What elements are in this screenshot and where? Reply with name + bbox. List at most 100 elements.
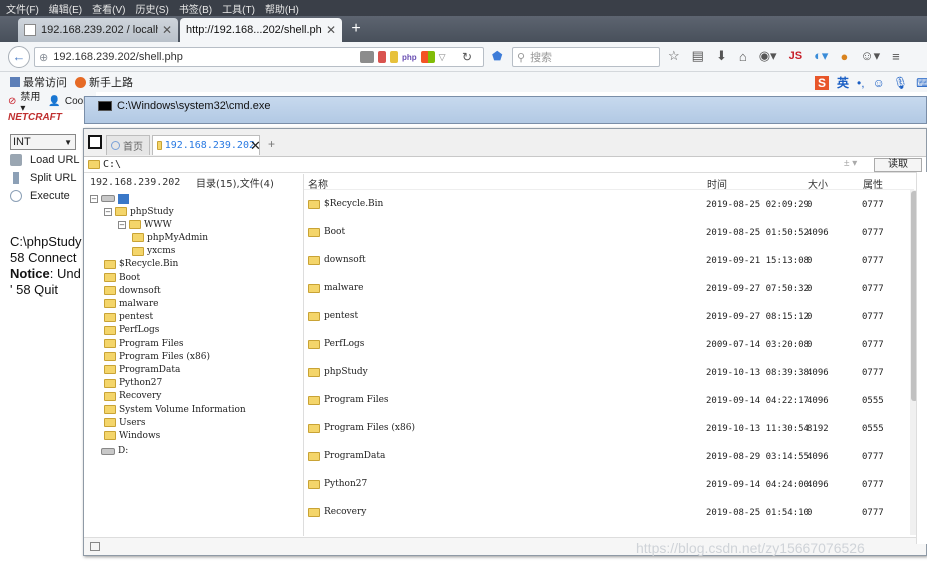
tree-item[interactable]: Python27 [104, 377, 162, 390]
add-tab-icon[interactable]: + [268, 137, 275, 151]
mic-icon[interactable]: 🎙 [893, 76, 908, 90]
tab-home[interactable]: 首页 [106, 135, 150, 155]
back-button[interactable]: ← [8, 46, 30, 68]
column-size[interactable]: 大小 [808, 176, 828, 191]
download-icon[interactable]: ⬇ [716, 48, 727, 64]
tab-current-host[interactable]: 192.168.239.202 [152, 135, 260, 155]
reload-icon[interactable]: ↻ [458, 48, 476, 66]
path-text: C:\ [103, 159, 122, 170]
file-size: 4096 [807, 480, 829, 490]
tree-item[interactable]: Recovery [104, 390, 161, 403]
column-attr[interactable]: 属性 [863, 176, 883, 191]
path-input[interactable]: C:\ [88, 157, 872, 172]
star-icon[interactable]: ☆ [668, 48, 680, 64]
execute-button[interactable]: Execute [10, 190, 70, 202]
new-tab-button[interactable]: + [346, 19, 366, 39]
tree-item[interactable]: pentest [104, 311, 153, 324]
browser-tab-localhost[interactable]: 192.168.239.202 / localh... ✕ [18, 18, 178, 42]
split-url-label: Split URL [30, 172, 77, 184]
file-name-cell: downsoft [308, 255, 366, 265]
globe-menu-icon[interactable]: ◉▾ [759, 48, 777, 64]
php-icon[interactable]: php [402, 53, 417, 62]
home-icon[interactable]: ⌂ [739, 49, 747, 64]
split-url-icon [13, 172, 19, 184]
bookmark-getting-started[interactable]: 新手上路 [75, 74, 133, 90]
addon-icon[interactable]: ● [840, 49, 848, 64]
directory-tree: − − phpStudy − WWW phpMyAdmin yxcms $Recycle.Bi… [84, 190, 304, 535]
tree-item[interactable]: Program Files [104, 337, 184, 350]
bookmark-star-icon[interactable]: ⬟ [492, 49, 502, 63]
tree-item[interactable]: − phpStudy [104, 205, 174, 218]
punctuation-icon[interactable]: •, [857, 76, 865, 90]
file-row[interactable]: malware 2019-09-27 07:50:32 0 0777 [304, 274, 914, 302]
read-button[interactable]: 读取 [874, 158, 922, 172]
type-select[interactable]: INT ▼ [10, 134, 76, 150]
lock-icon[interactable] [390, 51, 398, 63]
emoji-icon[interactable]: ☺ [873, 76, 885, 90]
menu-item[interactable]: 历史(S) [135, 1, 168, 16]
file-name: malware [324, 283, 364, 293]
chevron-down-icon[interactable]: ▽ [439, 52, 446, 63]
column-name[interactable]: 名称 [308, 176, 328, 191]
js-icon[interactable]: JS [789, 50, 802, 62]
file-row[interactable]: Program Files (x86) 2019-10-13 11:30:54 81… [304, 414, 914, 442]
color-icon[interactable]: ◐▾ [814, 48, 828, 64]
file-time: 2019-09-27 08:15:12 [706, 312, 809, 322]
tree-item[interactable]: PerfLogs [104, 324, 159, 337]
tree-item[interactable]: Program Files (x86) [104, 350, 210, 363]
file-row[interactable]: Recovery 2019-08-25 01:54:10 0 0777 [304, 498, 914, 526]
close-icon[interactable]: ✕ [250, 138, 261, 154]
tree-drive[interactable]: − [90, 192, 129, 205]
menu-item[interactable]: 查看(V) [92, 1, 125, 16]
file-row[interactable]: Boot 2019-08-25 01:50:52 4096 0777 [304, 218, 914, 246]
disable-menu[interactable]: 禁用▾ [20, 88, 44, 114]
collapse-icon[interactable]: − [104, 207, 112, 216]
pen-icon[interactable] [378, 51, 386, 63]
close-icon[interactable]: ✕ [162, 23, 172, 37]
tree-item[interactable]: Boot [104, 271, 140, 284]
close-icon[interactable]: ✕ [326, 23, 336, 37]
tree-item[interactable]: Users [104, 416, 145, 429]
file-row[interactable]: pentest 2019-09-27 08:15:12 0 0777 [304, 302, 914, 330]
windows-icon[interactable] [420, 51, 435, 63]
keyboard-icon[interactable]: ⌨ [916, 76, 927, 90]
collapse-icon[interactable]: − [118, 220, 126, 229]
menu-icon[interactable]: ≡ [892, 49, 900, 64]
file-row[interactable]: downsoft 2019-09-21 15:13:08 0 0777 [304, 246, 914, 274]
browser-tab-shell[interactable]: http://192.168...202/shell.php ✕ [180, 18, 342, 42]
cmd-title-bar: C:\Windows\system32\cmd.exe [98, 100, 270, 112]
file-row[interactable]: phpStudy 2019-10-13 08:39:38 4096 0777 [304, 358, 914, 386]
file-row[interactable]: ProgramData 2019-08-29 03:14:55 4096 0777 [304, 442, 914, 470]
collapse-icon[interactable]: − [90, 194, 98, 203]
tree-drive[interactable]: D: [90, 445, 128, 458]
path-dropdown-icon[interactable]: ± ▾ [844, 158, 857, 169]
search-input[interactable]: ⚲ 搜索 [512, 47, 660, 67]
tree-item[interactable]: malware [104, 297, 158, 310]
tree-item[interactable]: phpMyAdmin [132, 231, 208, 244]
column-time[interactable]: 时间 [707, 176, 727, 191]
file-row[interactable]: $Recycle.Bin 2019-08-25 02:09:29 0 0777 [304, 190, 914, 218]
menu-item[interactable]: 帮助(H) [265, 1, 299, 16]
split-url-button[interactable]: Split URL [10, 172, 76, 184]
reading-list-icon[interactable]: ▤ [692, 48, 704, 64]
file-row[interactable]: Python27 2019-09-14 04:24:00 4096 0777 [304, 470, 914, 498]
tree-item[interactable]: $Recycle.Bin [104, 258, 178, 271]
menu-item[interactable]: 书签(B) [179, 1, 212, 16]
tree-item[interactable]: System Volume Information [104, 403, 246, 416]
menu-item[interactable]: 工具(T) [222, 1, 255, 16]
ime-label[interactable]: 英 [837, 74, 849, 91]
face-icon[interactable]: ☺▾ [860, 48, 880, 64]
load-url-button[interactable]: Load URL [10, 154, 80, 166]
file-row[interactable]: PerfLogs 2009-07-14 03:20:08 0 0777 [304, 330, 914, 358]
tree-item[interactable]: ProgramData [104, 363, 180, 376]
file-time: 2019-10-13 08:39:38 [706, 368, 809, 378]
tree-item[interactable]: − WWW [118, 218, 172, 231]
print-icon[interactable] [360, 51, 374, 63]
sogou-icon[interactable]: S [815, 75, 830, 90]
tree-item[interactable]: downsoft [104, 284, 161, 297]
tree-item[interactable]: Windows [104, 429, 160, 442]
menu-item[interactable]: 编辑(E) [49, 1, 82, 16]
tree-item[interactable]: yxcms [132, 245, 175, 258]
file-row[interactable]: Program Files 2019-09-14 04:22:17 4096 0555 [304, 386, 914, 414]
menu-item[interactable]: 文件(F) [6, 1, 39, 16]
